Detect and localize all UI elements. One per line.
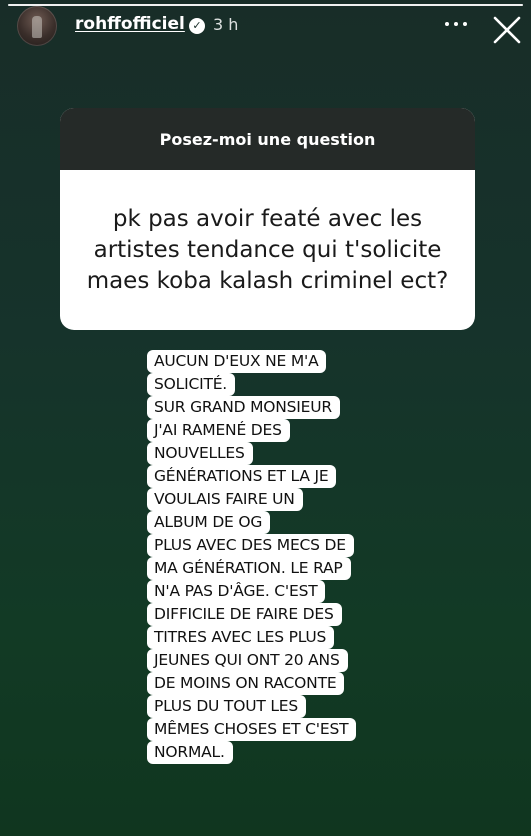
question-sticker-title: Posez-moi une question [60, 108, 475, 170]
answer-text-block: AUCUN D'EUX NE M'A SOLICITÉ. SUR GRAND MON… [147, 350, 387, 764]
answer-line: VOULAIS FAIRE UN [147, 488, 303, 511]
verified-badge-icon: ✓ [189, 18, 205, 34]
answer-line: DIFFICILE DE FAIRE DES [147, 603, 342, 626]
answer-line: DE MOINS ON RACONTE [147, 672, 345, 695]
story-header: rohffofficiel ✓ 3 h [0, 6, 531, 46]
answer-line: NORMAL. [147, 741, 233, 764]
answer-line: MÊMES CHOSES ET C'EST [147, 718, 357, 741]
answer-line: PLUS DU TOUT LES [147, 695, 307, 718]
answer-line: AUCUN D'EUX NE M'A [147, 350, 327, 373]
answer-line: J'AI RAMENÉ DES [147, 419, 290, 442]
avatar[interactable] [17, 6, 57, 46]
answer-line: ALBUM DE OG [147, 511, 271, 534]
close-icon[interactable] [492, 15, 522, 45]
post-time: 3 h [213, 15, 239, 34]
more-dots-icon[interactable] [441, 14, 471, 34]
question-sticker: Posez-moi une question pk pas avoir feat… [60, 108, 475, 330]
answer-line: GÉNÉRATIONS ET LA JE [147, 465, 337, 488]
answer-line: N'A PAS D'ÂGE. C'EST [147, 580, 326, 603]
username-link[interactable]: rohffofficiel [75, 14, 185, 34]
answer-line: NOUVELLES [147, 442, 253, 465]
answer-line: MA GÉNÉRATION. LE RAP [147, 557, 351, 580]
answer-line: SUR GRAND MONSIEUR [147, 396, 340, 419]
answer-line: JEUNES QUI ONT 20 ANS [147, 649, 348, 672]
answer-line: TITRES AVEC LES PLUS [147, 626, 335, 649]
question-text: pk pas avoir featé avec les artistes ten… [86, 205, 449, 294]
answer-line: SOLICITÉ. [147, 373, 236, 396]
answer-line: PLUS AVEC DES MECS DE [147, 534, 354, 557]
